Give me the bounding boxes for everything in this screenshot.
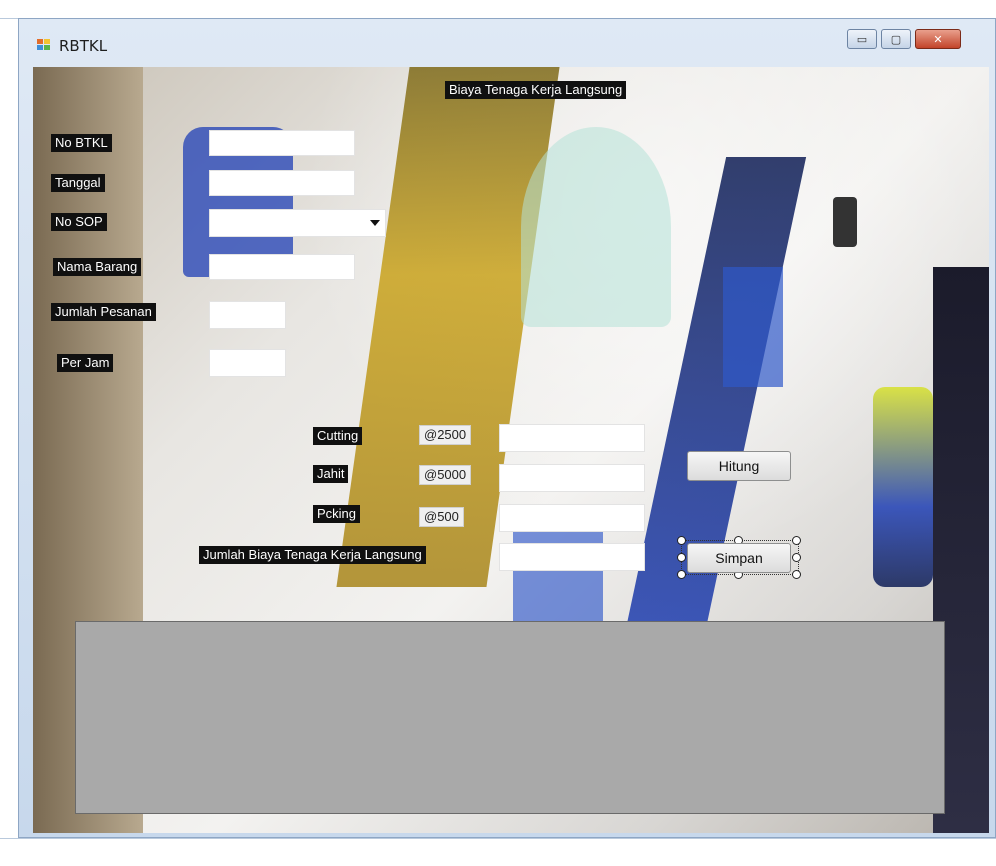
jahit-input[interactable] <box>499 464 645 492</box>
nama-barang-input[interactable] <box>209 254 355 280</box>
tanggal-input[interactable] <box>209 170 355 196</box>
title-bar[interactable]: RBTKL ▭ ▢ ✕ <box>19 19 995 67</box>
resize-handle-se[interactable] <box>792 570 801 579</box>
no-sop-combobox[interactable] <box>209 209 386 237</box>
window-title: RBTKL <box>59 37 108 55</box>
app-form-icon <box>37 39 51 51</box>
label-cutting: Cutting <box>313 427 363 445</box>
resize-handle-ne[interactable] <box>792 536 801 545</box>
rate-packing: @500 <box>419 507 464 527</box>
rate-jahit: @5000 <box>419 465 472 485</box>
data-grid-view[interactable] <box>75 621 945 814</box>
label-per-jam: Per Jam <box>57 354 114 372</box>
resize-handle-sw[interactable] <box>677 570 686 579</box>
label-nama-barang: Nama Barang <box>53 258 142 276</box>
packing-input[interactable] <box>499 504 645 532</box>
resize-handle-nw[interactable] <box>677 536 686 545</box>
rate-cutting: @2500 <box>419 425 472 445</box>
outer-frame-top <box>0 0 996 19</box>
resize-handle-w[interactable] <box>677 553 686 562</box>
close-icon: ✕ <box>933 32 943 46</box>
minimize-button[interactable]: ▭ <box>847 29 877 49</box>
label-jahit: Jahit <box>313 465 349 483</box>
label-jumlah-pesanan: Jumlah Pesanan <box>51 303 156 321</box>
label-no-btkl: No BTKL <box>51 134 112 152</box>
label-total: Jumlah Biaya Tenaga Kerja Langsung <box>199 546 426 564</box>
label-no-sop: No SOP <box>51 213 107 231</box>
label-tanggal: Tanggal <box>51 174 105 192</box>
total-input[interactable] <box>499 543 645 571</box>
maximize-button[interactable]: ▢ <box>881 29 911 49</box>
minimize-icon: ▭ <box>856 32 868 46</box>
maximize-icon: ▢ <box>890 32 902 46</box>
chevron-down-icon[interactable] <box>370 220 380 226</box>
resize-handle-e[interactable] <box>792 553 801 562</box>
close-button[interactable]: ✕ <box>915 29 961 49</box>
hitung-button[interactable]: Hitung <box>687 451 791 481</box>
simpan-button[interactable]: Simpan <box>687 543 791 573</box>
cutting-input[interactable] <box>499 424 645 452</box>
outer-frame-bottom <box>0 838 996 866</box>
form-client-area: Biaya Tenaga Kerja Langsung No BTKL Tang… <box>33 67 989 833</box>
per-jam-input[interactable] <box>209 349 286 377</box>
jumlah-pesanan-input[interactable] <box>209 301 286 329</box>
no-btkl-input[interactable] <box>209 130 355 156</box>
label-packing: Pcking <box>313 505 361 523</box>
form-window: RBTKL ▭ ▢ ✕ Biaya Tenaga Kerja Langsung … <box>18 18 996 838</box>
form-heading: Biaya Tenaga Kerja Langsung <box>445 81 627 99</box>
